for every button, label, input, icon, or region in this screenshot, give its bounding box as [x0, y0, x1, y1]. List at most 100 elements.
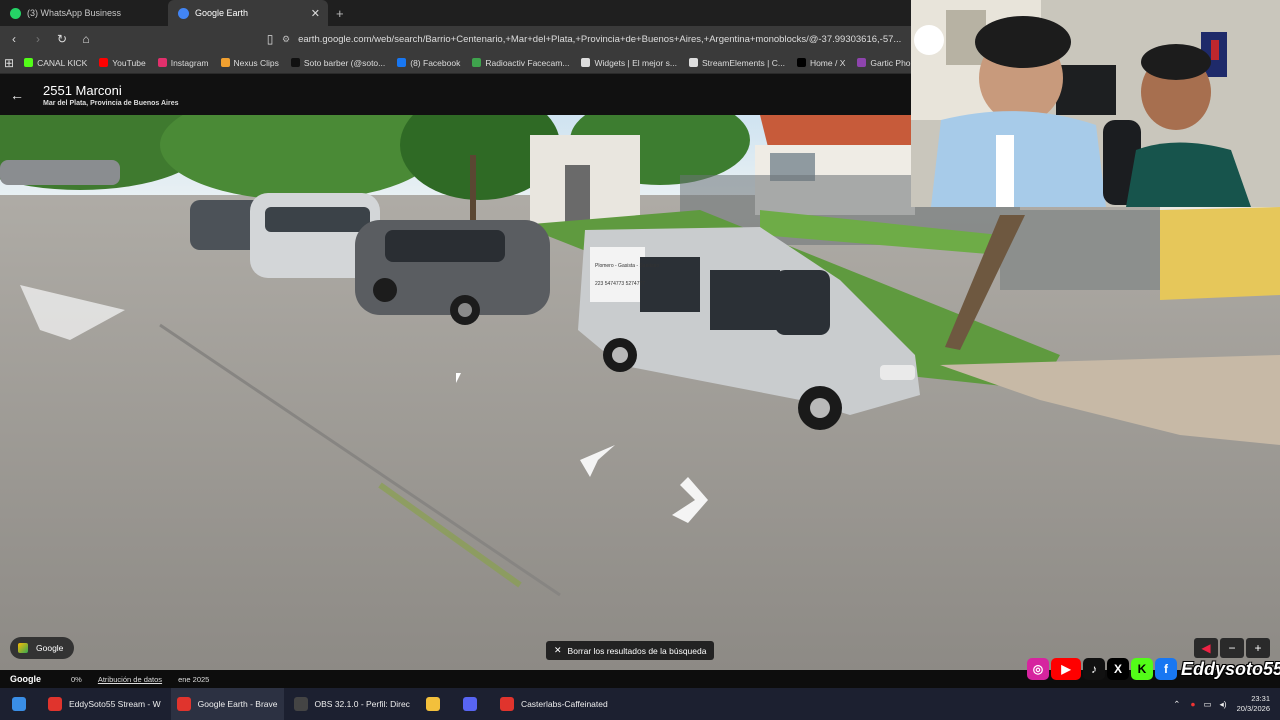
bookmark-item[interactable]: Widgets | El mejor s...: [581, 58, 677, 68]
app-icon: [499, 697, 514, 711]
tiktok-icon: ♪: [1083, 658, 1105, 680]
footer-google-logo: Google: [10, 674, 41, 684]
clock-time: 23:31: [1251, 694, 1270, 703]
taskbar-app[interactable]: [457, 688, 490, 720]
imagery-date: ene 2025: [178, 674, 210, 684]
social-overlay: ◎ ▶ ♪ X K f Eddysoto55: [1027, 658, 1280, 680]
app-icon: [293, 697, 308, 711]
taskbar-app[interactable]: Google Earth - Brave: [170, 688, 284, 720]
microphone-icon[interactable]: ●: [1190, 699, 1195, 709]
bookmark-label: Radioactiv Facecam...: [485, 57, 570, 68]
zoom-in-button[interactable]: +: [1246, 638, 1270, 658]
bookmark-label: CANAL KICK: [37, 57, 88, 68]
footer-percent: 0%: [71, 674, 82, 684]
tab-label: (3) WhatsApp Business: [27, 8, 122, 18]
taskbar-app[interactable]: EddySoto55 Stream - W: [42, 688, 167, 720]
system-tray: ⌃ ● ▭ ◂) 23:31 20/3/2026: [1173, 688, 1270, 720]
taskbar-app-label: Google Earth - Brave: [197, 699, 278, 709]
bookmark-favicon-icon: [99, 58, 109, 67]
home-icon[interactable]: ⌂: [76, 32, 96, 46]
app-icon: [176, 697, 191, 711]
bookmark-favicon-icon: [157, 58, 167, 67]
google-chip[interactable]: Google: [10, 637, 74, 659]
place-title: 2551 Marconi: [43, 82, 122, 98]
app-icon: [48, 697, 62, 711]
google-chip-label: Google: [36, 643, 64, 653]
taskbar-app-label: Casterlabs-Caffeinated: [520, 699, 608, 709]
place-subtitle: Mar del Plata, Provincia de Buenos Aires: [43, 99, 179, 107]
chevron-up-icon[interactable]: ⌃: [1173, 699, 1180, 710]
x-icon: X: [1107, 658, 1129, 680]
bookmark-favicon-icon: [397, 58, 407, 67]
van-text-line-2: 223 5474773 5274777: [595, 281, 645, 287]
bookmark-label: Instagram: [170, 57, 209, 68]
bookmark-favicon-icon: [220, 58, 230, 67]
volume-icon[interactable]: ◂): [1220, 699, 1227, 710]
clear-search-button[interactable]: ✕ Borrar los resultados de la búsqueda: [546, 641, 715, 660]
bookmark-favicon-icon: [796, 58, 806, 67]
bookmark-item[interactable]: StreamElements | C...: [688, 57, 785, 68]
new-tab-button[interactable]: +: [336, 6, 344, 21]
close-icon: ✕: [554, 645, 562, 655]
reload-icon[interactable]: ↻: [52, 32, 72, 46]
webcam-overlay: [911, 0, 1280, 207]
taskbar-app-label: OBS 32.1.0 - Perfil: Direc: [314, 699, 410, 709]
browser-tab-strip: (3) WhatsApp Business Google Earth ✕ +: [0, 0, 912, 26]
bookmark-item[interactable]: Soto barber (@soto...: [290, 58, 385, 68]
clock-date: 20/3/2026: [1236, 704, 1270, 713]
apps-grid-icon[interactable]: ⊞: [4, 56, 14, 70]
back-arrow-icon[interactable]: ←: [0, 87, 34, 103]
bookmark-item[interactable]: Home / X: [796, 57, 846, 68]
bookmark-item[interactable]: CANAL KICK: [24, 58, 87, 68]
youtube-icon: ▶: [1051, 658, 1081, 680]
place-info: 2551 Marconi Mar del Plata, Provincia de…: [43, 83, 179, 107]
bookmark-favicon-icon: [581, 58, 591, 67]
mouse-cursor-icon: [456, 373, 461, 383]
back-arrow-icon[interactable]: ‹: [4, 32, 24, 46]
compass-icon[interactable]: ◀: [1194, 638, 1218, 658]
bookmark-label: StreamElements | C...: [701, 57, 785, 68]
url-text: earth.google.com/web/search/Barrio+Cente…: [298, 33, 902, 45]
site-info-icon[interactable]: ⚙: [282, 34, 290, 45]
data-attribution-link[interactable]: Atribución de datos: [98, 675, 162, 684]
whatsapp-icon: [10, 7, 21, 19]
instagram-icon: ◎: [1027, 658, 1049, 680]
bookmark-item[interactable]: Nexus Clips: [220, 58, 279, 68]
tab-google-earth[interactable]: Google Earth ✕: [168, 0, 328, 26]
windows-icon: [12, 697, 26, 711]
start-button[interactable]: [0, 688, 38, 720]
google-logo-icon: [18, 643, 28, 653]
close-icon[interactable]: ✕: [311, 7, 320, 20]
bookmark-item[interactable]: (8) Facebook: [397, 58, 460, 68]
earth-place-header: ← 2551 Marconi Mar del Plata, Provincia …: [0, 74, 912, 115]
bookmark-label: Home / X: [809, 57, 846, 68]
bookmark-icon[interactable]: ▯: [260, 32, 280, 46]
zoom-out-button[interactable]: −: [1220, 638, 1244, 658]
bookmark-item[interactable]: Gartic Phone - Tele: [857, 58, 912, 68]
bookmark-item[interactable]: Radioactiv Facecam...: [472, 58, 569, 68]
taskbar-app[interactable]: Casterlabs-Caffeinated: [494, 688, 614, 720]
network-icon[interactable]: ▭: [1203, 699, 1211, 710]
zoom-controls: ◀ − +: [1194, 638, 1270, 658]
bookmark-label: Widgets | El mejor s...: [594, 57, 677, 68]
clear-search-label: Borrar los resultados de la búsqueda: [567, 645, 707, 656]
taskbar-app[interactable]: OBS 32.1.0 - Perfil: Direc: [288, 688, 416, 720]
windows-taskbar: EddySoto55 Stream - W Google Earth - Brav…: [0, 688, 1280, 720]
webcam-image: [911, 0, 1280, 207]
browser-nav-bar: ‹ › ↻ ⌂ ▯ ⚙ earth.google.com/web/search/…: [0, 26, 912, 52]
forward-arrow-icon[interactable]: ›: [28, 32, 48, 46]
bookmark-favicon-icon: [472, 58, 482, 67]
address-bar[interactable]: ⚙ earth.google.com/web/search/Barrio+Cen…: [282, 29, 912, 49]
bookmark-item[interactable]: Instagram: [157, 57, 209, 68]
taskbar-app[interactable]: [420, 688, 453, 720]
app-icon: [462, 697, 477, 711]
bookmark-label: YouTube: [112, 57, 146, 68]
clock[interactable]: 23:31 20/3/2026: [1237, 694, 1270, 714]
tab-whatsapp[interactable]: (3) WhatsApp Business: [0, 0, 168, 26]
bookmark-item[interactable]: YouTube: [99, 57, 146, 68]
bookmark-favicon-icon: [24, 58, 34, 67]
kick-icon: K: [1131, 658, 1153, 680]
bookmarks-bar: ⊞ CANAL KICK YouTube Instagram Nexus Clips S…: [0, 52, 912, 74]
bookmark-label: Gartic Phone - Tele: [870, 57, 912, 68]
taskbar-app-label: EddySoto55 Stream - W: [69, 699, 161, 709]
